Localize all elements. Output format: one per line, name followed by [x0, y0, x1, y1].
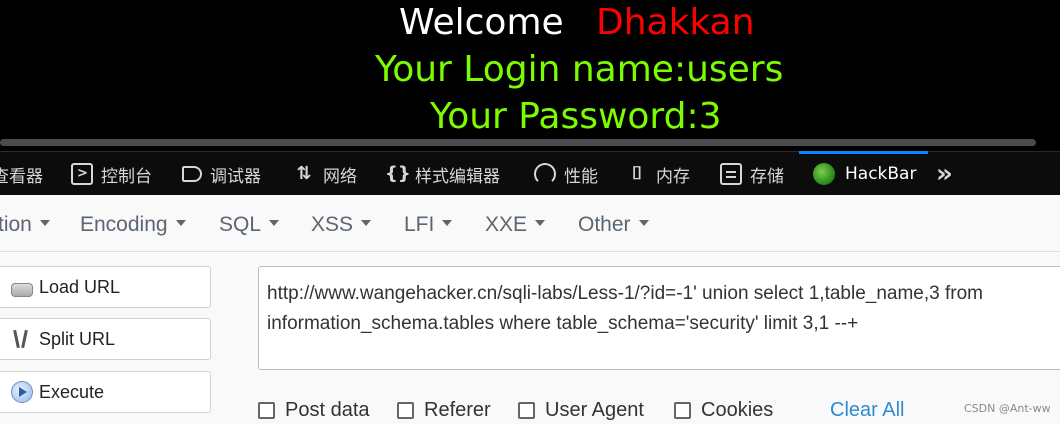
menu-sql[interactable]: SQL	[219, 195, 280, 251]
tab-performance[interactable]: 性能	[534, 152, 598, 196]
url-textarea[interactable]: http://www.wangehacker.cn/sqli-labs/Less…	[258, 266, 1060, 370]
split-url-label: Split URL	[39, 328, 116, 349]
tabs-overflow-button[interactable]: »	[936, 152, 953, 196]
referer-checkbox[interactable]: Referer	[397, 396, 491, 424]
tab-label: 查看器	[0, 166, 43, 187]
console-icon: >	[71, 163, 93, 185]
tab-network[interactable]: ⇅ 网络	[293, 152, 357, 196]
devtools-toolbar: 查看器 > 控制台 调试器 ⇅ 网络 {} 样式编辑器 性能 ⌷ 内存 存储 H…	[0, 151, 1060, 196]
hackbar-logo-icon	[813, 163, 835, 185]
user-agent-label: User Agent	[545, 398, 644, 421]
hackbar-menubar: tion Encoding SQL XSS LFI XXE Other	[0, 195, 1060, 252]
tab-label: 网络	[323, 166, 357, 187]
menu-xxe[interactable]: XXE	[485, 195, 546, 251]
caret-down-icon	[175, 220, 186, 227]
web-page-output: Welcome Dhakkan Your Login name:users Yo…	[0, 0, 1060, 137]
watermark: CSDN @Ant-ww	[964, 402, 1051, 415]
tab-label: 控制台	[101, 166, 152, 187]
menu-other[interactable]: Other	[578, 195, 649, 251]
password-text: Your Password:3	[430, 96, 722, 137]
scissors-icon	[11, 328, 33, 350]
chevron-double-right-icon: »	[936, 159, 953, 189]
checkbox-box[interactable]	[258, 401, 275, 419]
network-icon: ⇅	[296, 163, 312, 184]
tab-console[interactable]: > 控制台	[71, 152, 152, 196]
tab-label: 性能	[564, 166, 598, 187]
tab-label: 内存	[656, 166, 690, 187]
caret-down-icon	[269, 220, 280, 227]
tab-style-editor[interactable]: {} 样式编辑器	[385, 152, 500, 196]
post-data-label: Post data	[285, 398, 370, 421]
tab-debugger[interactable]: 调试器	[182, 152, 261, 196]
load-url-button[interactable]: Load URL	[0, 266, 211, 308]
login-name-text: Your Login name:users	[375, 49, 784, 90]
load-url-icon	[11, 283, 33, 297]
memory-icon: ⌷	[631, 163, 643, 184]
performance-icon	[534, 163, 556, 185]
post-data-checkbox[interactable]: Post data	[258, 396, 370, 424]
user-agent-checkbox[interactable]: User Agent	[518, 396, 644, 424]
load-url-label: Load URL	[39, 276, 121, 297]
caret-down-icon	[638, 220, 649, 227]
tab-storage[interactable]: 存储	[720, 152, 784, 196]
tab-hackbar[interactable]: HackBar	[798, 151, 929, 196]
style-editor-icon: {}	[385, 163, 411, 184]
checkbox-box[interactable]	[674, 401, 691, 419]
menu-lfi[interactable]: LFI	[404, 195, 453, 251]
referer-label: Referer	[424, 398, 491, 421]
tab-label: 样式编辑器	[415, 166, 500, 187]
horizontal-scrollbar[interactable]	[0, 137, 1060, 151]
cookies-checkbox[interactable]: Cookies	[674, 396, 773, 424]
cookies-label: Cookies	[701, 398, 774, 421]
debugger-icon	[182, 166, 202, 182]
menu-encryption[interactable]: tion	[0, 195, 50, 251]
tab-inspector[interactable]: 查看器	[0, 152, 43, 196]
execute-label: Execute	[39, 381, 105, 402]
play-icon	[11, 381, 33, 403]
split-url-button[interactable]: Split URL	[0, 318, 211, 360]
caret-down-icon	[39, 220, 50, 227]
welcome-label: Welcome	[399, 2, 564, 43]
tab-label: 调试器	[210, 166, 261, 187]
caret-down-icon	[361, 220, 372, 227]
tab-label: HackBar	[845, 164, 917, 184]
caret-down-icon	[535, 220, 546, 227]
scrollbar-thumb[interactable]	[0, 139, 1036, 146]
caret-down-icon	[442, 220, 453, 227]
checkbox-box[interactable]	[518, 401, 535, 419]
clear-all-link[interactable]: Clear All	[830, 396, 904, 424]
storage-icon	[720, 163, 742, 185]
menu-xss[interactable]: XSS	[311, 195, 372, 251]
tab-label: 存储	[750, 166, 784, 187]
tab-memory[interactable]: ⌷ 内存	[626, 152, 690, 196]
checkbox-box[interactable]	[397, 401, 414, 419]
welcome-name: Dhakkan	[596, 2, 755, 43]
menu-encoding[interactable]: Encoding	[80, 195, 186, 251]
execute-button[interactable]: Execute	[0, 371, 211, 413]
